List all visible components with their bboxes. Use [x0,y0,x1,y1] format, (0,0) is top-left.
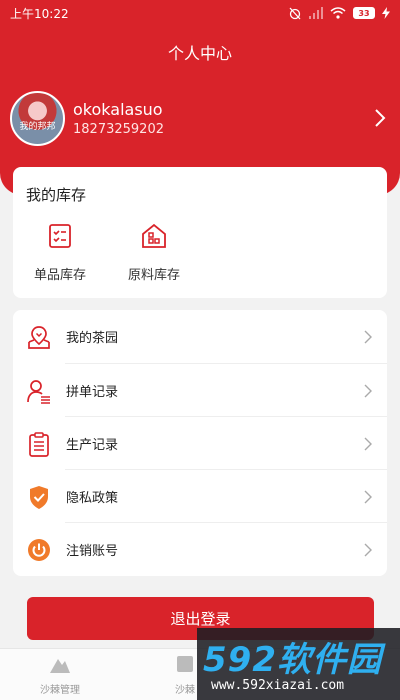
profile-card[interactable]: 我的邦邦 okokalasuo 18273259202 [10,88,390,148]
menu-item-privacy[interactable]: 隐私政策 [13,470,387,523]
menu-item-tea-garden[interactable]: 我的茶园 [13,310,387,363]
chevron-right-icon[interactable] [370,108,390,128]
watermark-url: www.592xiazai.com [211,678,345,693]
watermark: 592软件园 www.592xiazai.com [197,628,400,700]
power-icon [26,537,52,563]
menu-item-label: 拼单记录 [66,385,119,400]
menu-item-production[interactable]: 生产记录 [13,417,387,470]
inventory-item-label: 单品库存 [33,268,86,283]
menu-item-label: 生产记录 [66,438,119,453]
chevron-right-icon [364,384,372,397]
charging-icon [382,7,390,19]
menu-item-label: 注销账号 [66,544,119,559]
battery-icon: 33 [353,7,375,19]
inventory-item-single[interactable]: 单品库存 [20,222,100,283]
inventory-item-label: 原料库存 [127,268,180,283]
signal-icon [309,7,323,19]
warehouse-icon [142,223,166,248]
wifi-icon [330,7,346,19]
inventory-card: 我的库存 单品库存 原料库存 [13,167,387,298]
alarm-off-icon [289,7,301,20]
phone-number: 18273259202 [73,121,164,137]
avatar[interactable]: 我的邦邦 [10,90,65,146]
menu-item-group-orders[interactable]: 拼单记录 [13,364,387,417]
inventory-title: 我的库存 [26,186,87,204]
menu-list: 我的茶园 拼单记录 生产记录 隐私政策 注销账号 [13,310,387,576]
user-list-icon [26,378,52,404]
menu-item-cancel-account[interactable]: 注销账号 [13,523,387,576]
profile-info: okokalasuo 18273259202 [73,100,164,137]
tab-management[interactable]: 沙棘管理 [25,653,95,696]
chevron-right-icon [364,330,372,343]
username: okokalasuo [73,99,163,119]
status-bar: 上午10:22 33 [0,0,400,26]
avatar-caption: 我的邦邦 [19,121,56,132]
chevron-right-icon [364,543,372,556]
checklist-icon [49,224,71,248]
menu-item-label: 我的茶园 [66,331,119,346]
watermark-brand: 592软件园 [203,632,382,681]
page-title: 个人中心 [167,44,232,63]
status-time: 上午10:22 [10,6,69,21]
tab-label: 沙棘管理 [40,685,80,696]
menu-item-label: 隐私政策 [66,491,119,506]
map-pin-icon [26,324,52,350]
mountain-icon [50,659,70,673]
clipboard-icon [26,431,52,457]
status-icons: 33 [288,6,390,20]
shield-check-icon [26,484,52,510]
chevron-right-icon [364,490,372,503]
watermark-brand-text: 592软件园 [203,640,382,680]
chevron-right-icon [364,437,372,450]
grid-icon [177,656,193,672]
inventory-item-raw[interactable]: 原料库存 [114,222,194,283]
